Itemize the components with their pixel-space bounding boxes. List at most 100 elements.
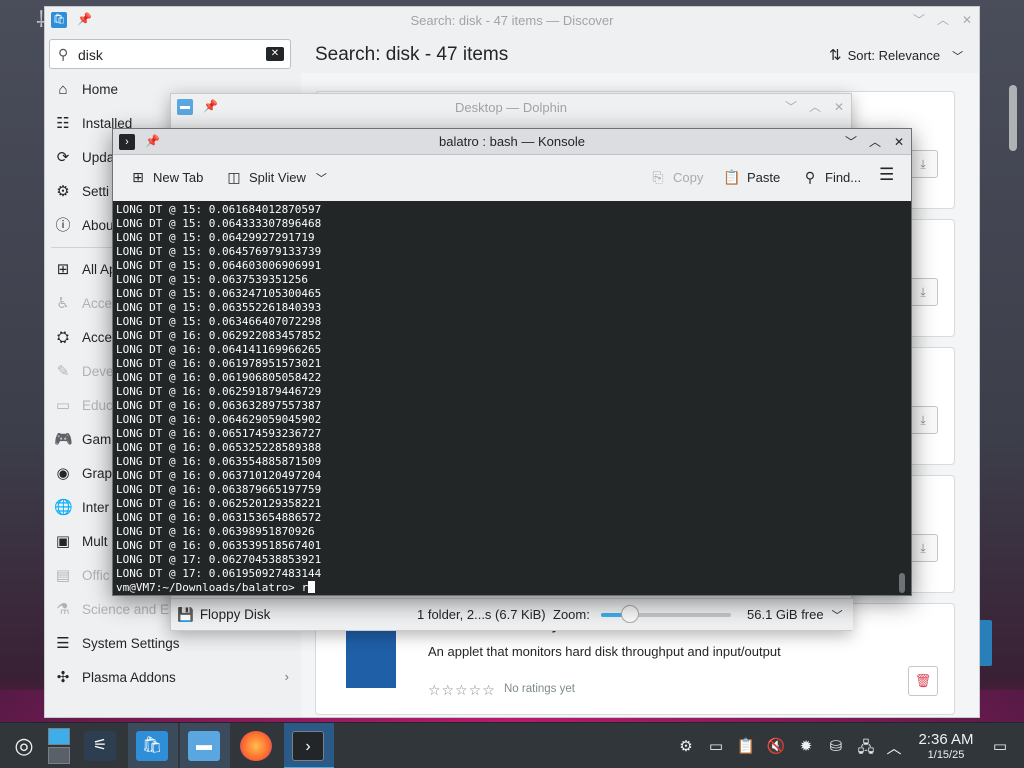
dolphin-titlebar[interactable]: ▬ 📌 Desktop — Dolphin ﹀ ︿ ✕	[171, 94, 851, 120]
terminal-line: LONG DT @ 16: 0.062520129358221	[116, 497, 322, 510]
clipboard-icon[interactable]: 📋	[736, 737, 756, 755]
sidebar-item-label: Offic	[82, 568, 110, 583]
clock-time[interactable]: 2:36 AM	[912, 731, 980, 748]
new-tab-label: New Tab	[153, 170, 204, 185]
scrollbar[interactable]	[1009, 85, 1017, 151]
new-tab-button[interactable]: ⊞ New Tab	[129, 169, 203, 186]
find-label: Find...	[825, 170, 862, 185]
minimize-icon[interactable]: ﹀	[783, 99, 799, 115]
taskbar-konsole[interactable]: ›	[284, 723, 334, 768]
clear-search-icon[interactable]: ✕	[266, 47, 284, 61]
paste-button[interactable]: 📋 Paste	[723, 169, 780, 186]
maximize-icon[interactable]: ︿	[867, 134, 883, 150]
split-view-icon: ◫	[227, 169, 241, 185]
display-icon[interactable]: ▭	[706, 737, 726, 755]
network-wired-icon[interactable]: 🖧	[856, 737, 876, 762]
terminal-line: LONG DT @ 16: 0.063632897557387	[116, 399, 322, 412]
zoom-slider-handle[interactable]	[621, 605, 639, 623]
sidebar-item-label: Setti	[82, 184, 110, 199]
chevron-right-icon: ›	[284, 669, 289, 684]
taskbar-settings[interactable]: ⚟	[76, 723, 126, 768]
dolphin-window-title: Desktop — Dolphin	[455, 100, 567, 115]
desktop-2[interactable]	[48, 747, 70, 764]
sidebar-item-label: Home	[82, 82, 119, 97]
desktop-1[interactable]	[48, 728, 70, 745]
sidebar-item-label: Gam	[82, 432, 112, 447]
taskbar-discover[interactable]: 🛍	[128, 723, 178, 768]
terminal-icon: ›	[292, 731, 324, 761]
copy-label: Copy	[673, 170, 704, 185]
application-launcher[interactable]: ◎	[0, 723, 44, 768]
terminal-line: LONG DT @ 15: 0.064333307896468	[116, 217, 322, 230]
prompt-text: vm@VM7:~/Downloads/balatro>	[116, 581, 302, 594]
minimize-icon[interactable]: ﹀	[843, 134, 859, 150]
terminal-line: LONG DT @ 15: 0.0637539351256	[116, 273, 309, 286]
maximize-icon[interactable]: ︿	[935, 12, 951, 28]
zoom-label: Zoom:	[553, 607, 590, 622]
sidebar-item-label: Deve	[82, 364, 114, 379]
terminal-scrollbar[interactable]	[899, 573, 905, 593]
minimize-icon[interactable]: ﹀	[911, 12, 927, 28]
ratings-count: No ratings yet	[504, 683, 575, 695]
multimedia-icon: ▣	[55, 533, 71, 550]
clock-date[interactable]: 1/15/25	[912, 749, 980, 761]
copy-button[interactable]: ⎘ Copy	[649, 169, 703, 186]
install-button[interactable]: ⤓	[908, 150, 938, 178]
firefox-icon	[240, 731, 272, 761]
konsole-window: › 📌 balatro : bash — Konsole ﹀ ︿ ✕ ⊞ New …	[112, 128, 912, 596]
sidebar-item-label: Grap	[82, 466, 113, 481]
system-settings-icon: ⚟	[84, 731, 116, 761]
taskbar: ◎ ⚟ 🛍 ▬ › ⚙ ▭ 📋 🔇 ✹ ⛁ 🖧 ︿ 2:36 AM 1/15/2…	[0, 722, 1024, 768]
close-icon[interactable]: ✕	[891, 134, 907, 150]
terminal-line: LONG DT @ 17: 0.062704538853921	[116, 553, 322, 566]
show-desktop-icon[interactable]: ▭	[990, 737, 1010, 755]
places-item-floppy[interactable]: 💾 Floppy Disk	[177, 607, 270, 623]
brightness-icon[interactable]: ✹	[796, 737, 816, 755]
taskbar-firefox[interactable]	[232, 723, 282, 768]
split-view-label: Split View	[249, 170, 306, 185]
search-field[interactable]: ⚲ disk ✕	[49, 39, 291, 69]
rating-stars-icon: ☆☆☆☆☆	[428, 682, 496, 698]
maximize-icon[interactable]: ︿	[807, 99, 823, 115]
virtual-desktop-pager[interactable]	[48, 728, 70, 764]
free-space[interactable]: 56.1 GiB free ﹀	[747, 607, 843, 623]
install-button[interactable]: ⤓	[908, 406, 938, 434]
folder-info: 1 folder, 2...s (6.7 KiB)	[417, 607, 546, 622]
network-icon[interactable]: ⚙	[676, 737, 696, 755]
usb-device-icon[interactable]: ⛁	[826, 737, 846, 755]
graphics-icon: ◉	[56, 465, 70, 482]
close-icon[interactable]: ✕	[959, 12, 975, 28]
sidebar-item-label: Upda	[82, 150, 115, 165]
terminal-line: LONG DT @ 16: 0.065174593236727	[116, 427, 322, 440]
close-icon[interactable]: ✕	[831, 99, 847, 115]
sidebar-item-label: Mult	[82, 534, 108, 549]
desktop-window-edge	[978, 620, 992, 666]
chevron-up-icon[interactable]: ︿	[884, 737, 904, 758]
install-button[interactable]: ⤓	[908, 278, 938, 306]
volume-muted-icon[interactable]: 🔇	[766, 737, 786, 755]
settings-icon: ⚙	[56, 183, 70, 200]
find-button[interactable]: ⚲ Find...	[801, 169, 861, 186]
install-button[interactable]: ⤓	[908, 534, 938, 562]
sort-dropdown[interactable]: ⇅ Sort: Relevance ﹀	[829, 46, 963, 64]
terminal-line: LONG DT @ 16: 0.062591879446729	[116, 385, 322, 398]
home-icon: ⌂	[58, 81, 68, 98]
new-tab-icon: ⊞	[132, 169, 144, 185]
installed-icon: ☷	[56, 115, 70, 132]
chevron-down-icon: ﹀	[831, 610, 843, 622]
terminal-line: LONG DT @ 16: 0.063554885871509	[116, 455, 322, 468]
discover-titlebar[interactable]: 🛍 📌 Search: disk - 47 items — Discover ﹀…	[45, 7, 979, 33]
sidebar-item-system-settings[interactable]: ☰ System Settings	[45, 627, 301, 661]
remove-button[interactable]: 🗑	[908, 666, 938, 696]
page-title: Search: disk - 47 items	[315, 44, 509, 65]
sidebar-item-label: System Settings	[82, 636, 180, 651]
hamburger-menu-icon[interactable]: ☰	[879, 165, 894, 185]
search-input[interactable]: disk	[78, 47, 103, 63]
sidebar-item-plasma-addons[interactable]: ✣ Plasma Addons ›	[45, 661, 301, 695]
taskbar-dolphin[interactable]: ▬	[180, 723, 230, 768]
split-view-button[interactable]: ◫ Split View ﹀	[225, 169, 326, 186]
terminal-line: LONG DT @ 15: 0.064576979133739	[116, 245, 322, 258]
terminal-output[interactable]: LONG DT @ 15: 0.061684012870597 LONG DT @…	[113, 201, 911, 595]
konsole-titlebar[interactable]: › 📌 balatro : bash — Konsole ﹀ ︿ ✕	[113, 129, 911, 155]
sidebar-item-label: Acce	[82, 296, 113, 311]
